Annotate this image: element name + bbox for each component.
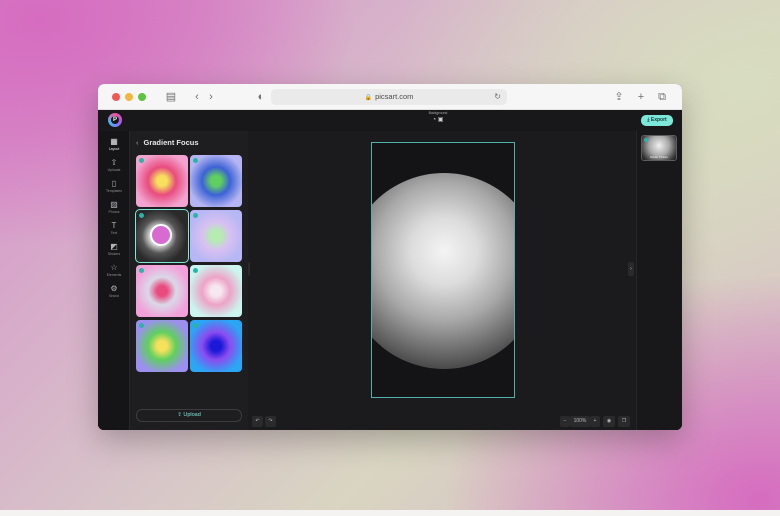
layer-thumbnail[interactable]: Radio Picksu bbox=[641, 135, 677, 161]
stickers-icon: ◩ bbox=[110, 242, 118, 251]
photos-icon: ▨ bbox=[110, 200, 118, 209]
panel-header: ‹ Gradient Focus bbox=[136, 137, 199, 149]
rail-item-elements[interactable]: ☆ Elements bbox=[98, 263, 130, 283]
layer-badge-icon bbox=[644, 138, 648, 142]
upload-button[interactable]: ⇪ Upload bbox=[136, 409, 242, 422]
gradient-thumbnail[interactable] bbox=[190, 320, 242, 372]
artboard[interactable] bbox=[371, 142, 515, 398]
rail-item-templates[interactable]: ▯ Templates bbox=[98, 179, 130, 199]
premium-badge-icon bbox=[139, 323, 144, 328]
canvas-stage bbox=[250, 131, 636, 430]
background-control[interactable]: Background ◔ ▣ bbox=[424, 110, 452, 130]
collapse-right-panel-button[interactable]: › bbox=[628, 262, 634, 276]
url-text: picsart.com bbox=[375, 92, 414, 101]
gradient-thumbnail[interactable] bbox=[136, 265, 188, 317]
premium-badge-icon bbox=[193, 158, 198, 163]
browser-titlebar: ▤ ‹ › ◐ 🔒 picsart.com ↻ ⇪ + ⧉ bbox=[98, 84, 682, 110]
gradient-thumbnail[interactable] bbox=[136, 320, 188, 372]
gradient-thumbnail[interactable] bbox=[136, 155, 188, 207]
editor-topbar: P Background ◔ ▣ ⤓ Export bbox=[98, 110, 682, 131]
zoom-in-icon[interactable]: + bbox=[590, 416, 600, 427]
gradient-orb-layer[interactable] bbox=[372, 173, 514, 369]
browser-window: ▤ ‹ › ◐ 🔒 picsart.com ↻ ⇪ + ⧉ P Backgroun… bbox=[98, 84, 682, 430]
rail-item-brand[interactable]: ⚙ Brand bbox=[98, 284, 130, 304]
premium-badge-icon bbox=[193, 268, 198, 273]
gradient-focus-ring[interactable] bbox=[150, 224, 172, 246]
export-button[interactable]: ⤓ Export bbox=[641, 115, 673, 126]
templates-icon: ▯ bbox=[111, 179, 117, 188]
text-icon: T bbox=[111, 221, 117, 230]
gradient-thumbnail[interactable] bbox=[190, 155, 242, 207]
new-tab-icon[interactable]: + bbox=[634, 90, 648, 104]
gradient-thumbnail[interactable] bbox=[135, 209, 189, 263]
rail-item-uploads[interactable]: ⇧ Uploads bbox=[98, 158, 130, 178]
upload-icon: ⇧ bbox=[110, 158, 118, 167]
premium-badge-icon bbox=[193, 213, 198, 218]
layers-icon[interactable]: ❐ bbox=[618, 416, 630, 427]
tab-overview-icon[interactable]: ⧉ bbox=[655, 90, 669, 104]
zoom-level[interactable]: 100% bbox=[570, 416, 590, 427]
elements-icon: ☆ bbox=[110, 263, 118, 272]
privacy-shield-icon[interactable]: ◐ bbox=[254, 90, 268, 104]
address-bar[interactable]: 🔒 picsart.com ↻ bbox=[271, 89, 507, 105]
gradient-thumbnail[interactable] bbox=[190, 210, 242, 262]
canvas-bottom-toolbar: ↶ ↷ − 100% + ◉ ❐ bbox=[250, 416, 636, 428]
picsart-editor: P Background ◔ ▣ ⤓ Export ▦ Layout ⇧ Uploa… bbox=[98, 110, 682, 430]
background-swatch-icon: ◔ ▣ bbox=[432, 117, 444, 123]
minimize-window-button[interactable] bbox=[125, 93, 133, 101]
gradient-thumbnail[interactable] bbox=[190, 265, 242, 317]
back-chevron-icon[interactable]: ‹ bbox=[136, 138, 139, 147]
bottom-band bbox=[0, 510, 780, 516]
premium-badge-icon bbox=[139, 213, 144, 218]
undo-icon[interactable]: ↶ bbox=[252, 416, 263, 427]
gradient-panel: ‹ Gradient Focus ⇪ Upload bbox=[130, 131, 248, 430]
redo-icon[interactable]: ↷ bbox=[265, 416, 276, 427]
layout-icon: ▦ bbox=[110, 137, 118, 146]
rail-item-stickers[interactable]: ◩ Stickers bbox=[98, 242, 130, 262]
rail-item-text[interactable]: T Text bbox=[98, 221, 130, 241]
maximize-window-button[interactable] bbox=[138, 93, 146, 101]
forward-icon[interactable]: › bbox=[204, 90, 218, 104]
panel-title: Gradient Focus bbox=[143, 138, 199, 147]
premium-badge-icon bbox=[139, 268, 144, 273]
layer-name: Radio Picksu bbox=[650, 155, 668, 159]
close-window-button[interactable] bbox=[112, 93, 120, 101]
rail-item-layout[interactable]: ▦ Layout bbox=[98, 137, 130, 157]
zoom-out-icon[interactable]: − bbox=[560, 416, 570, 427]
premium-badge-icon bbox=[139, 158, 144, 163]
layers-panel: Radio Picksu bbox=[636, 131, 682, 430]
premium-badge-icon bbox=[193, 323, 198, 328]
tool-rail: ▦ Layout ⇧ Uploads ▯ Templates ▨ Photos T Tex… bbox=[98, 131, 130, 430]
preview-eye-icon[interactable]: ◉ bbox=[603, 416, 615, 427]
reload-icon[interactable]: ↻ bbox=[494, 89, 501, 105]
back-icon[interactable]: ‹ bbox=[190, 90, 204, 104]
rail-item-photos[interactable]: ▨ Photos bbox=[98, 200, 130, 220]
picsart-logo-icon[interactable]: P bbox=[108, 113, 122, 127]
lock-icon: 🔒 bbox=[364, 95, 373, 101]
brand-icon: ⚙ bbox=[110, 284, 118, 293]
share-icon[interactable]: ⇪ bbox=[612, 90, 626, 104]
sidebar-toggle-icon[interactable]: ▤ bbox=[164, 90, 178, 104]
